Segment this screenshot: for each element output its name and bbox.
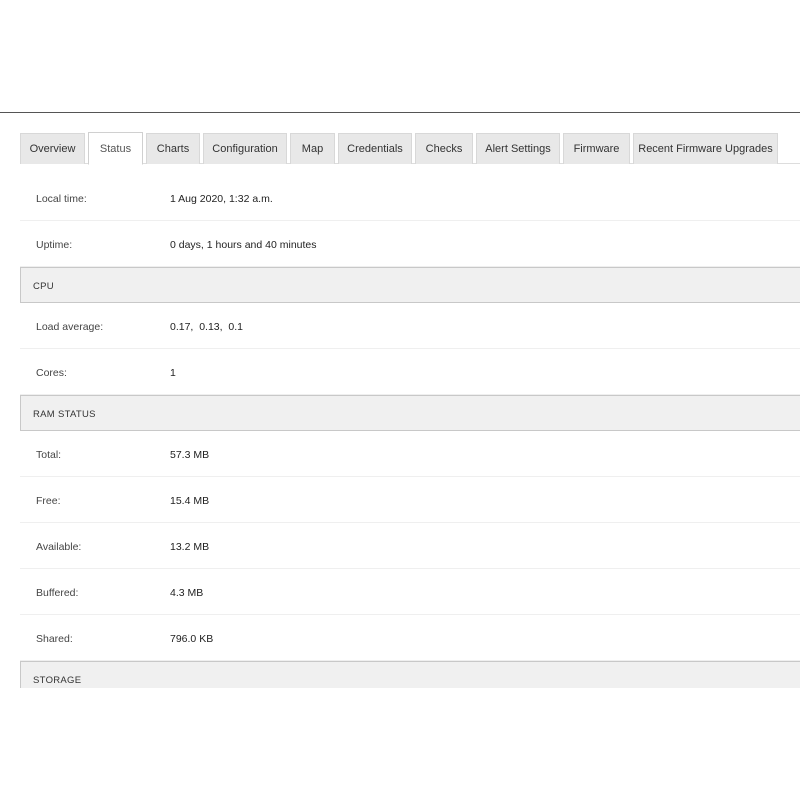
ram-free-row: Free: 15.4 MB (20, 477, 800, 523)
tab-recent-firmware-upgrades[interactable]: Recent Firmware Upgrades (633, 133, 778, 164)
load-average-label: Load average: (36, 321, 104, 333)
ram-free-label: Free: (36, 495, 61, 507)
ram-buffered-row: Buffered: 4.3 MB (20, 569, 800, 615)
ram-section-header: RAM STATUS (20, 395, 800, 431)
ram-shared-label: Shared: (36, 633, 73, 645)
cpu-section-title: CPU (33, 281, 54, 292)
cpu-section-header: CPU (20, 267, 800, 303)
cores-row: Cores: 1 (20, 349, 800, 395)
tab-overview[interactable]: Overview (20, 133, 85, 164)
ram-total-label: Total: (36, 449, 62, 461)
status-panel: Local time: 1 Aug 2020, 1:32 a.m. Uptime… (20, 175, 800, 688)
load-average-row: Load average: 0.17, 0.13, 0.1 (20, 303, 800, 349)
tab-firmware[interactable]: Firmware (563, 133, 630, 164)
uptime-value: 0 days, 1 hours and 40 minutes (170, 239, 317, 251)
ram-total-value: 57.3 MB (170, 449, 210, 461)
ram-free-value: 15.4 MB (170, 495, 210, 507)
ram-buffered-label: Buffered: (36, 587, 79, 599)
tab-status[interactable]: Status (88, 132, 143, 165)
device-status-page: Overview Status Charts Configuration Map… (0, 0, 800, 800)
load-average-value: 0.17, 0.13, 0.1 (170, 321, 243, 333)
header-divider (0, 112, 800, 113)
ram-section-title: RAM STATUS (33, 409, 96, 420)
storage-section-title: STORAGE (33, 675, 82, 686)
ram-buffered-value: 4.3 MB (170, 587, 204, 599)
local-time-value: 1 Aug 2020, 1:32 a.m. (170, 193, 273, 205)
tab-bar: Overview Status Charts Configuration Map… (20, 132, 800, 165)
tab-configuration[interactable]: Configuration (203, 133, 287, 164)
tab-map[interactable]: Map (290, 133, 335, 164)
local-time-row: Local time: 1 Aug 2020, 1:32 a.m. (20, 175, 800, 221)
ram-available-row: Available: 13.2 MB (20, 523, 800, 569)
ram-available-value: 13.2 MB (170, 541, 210, 553)
uptime-label: Uptime: (36, 239, 73, 251)
tab-checks[interactable]: Checks (415, 133, 473, 164)
local-time-label: Local time: (36, 193, 87, 205)
storage-section-header: STORAGE (20, 661, 800, 688)
tab-credentials[interactable]: Credentials (338, 133, 412, 164)
ram-shared-value: 796.0 KB (170, 633, 214, 645)
uptime-row: Uptime: 0 days, 1 hours and 40 minutes (20, 221, 800, 267)
cores-value: 1 (170, 367, 176, 379)
tab-charts[interactable]: Charts (146, 133, 200, 164)
ram-available-label: Available: (36, 541, 82, 553)
tab-alert-settings[interactable]: Alert Settings (476, 133, 560, 164)
cores-label: Cores: (36, 367, 67, 379)
ram-total-row: Total: 57.3 MB (20, 431, 800, 477)
ram-shared-row: Shared: 796.0 KB (20, 615, 800, 661)
